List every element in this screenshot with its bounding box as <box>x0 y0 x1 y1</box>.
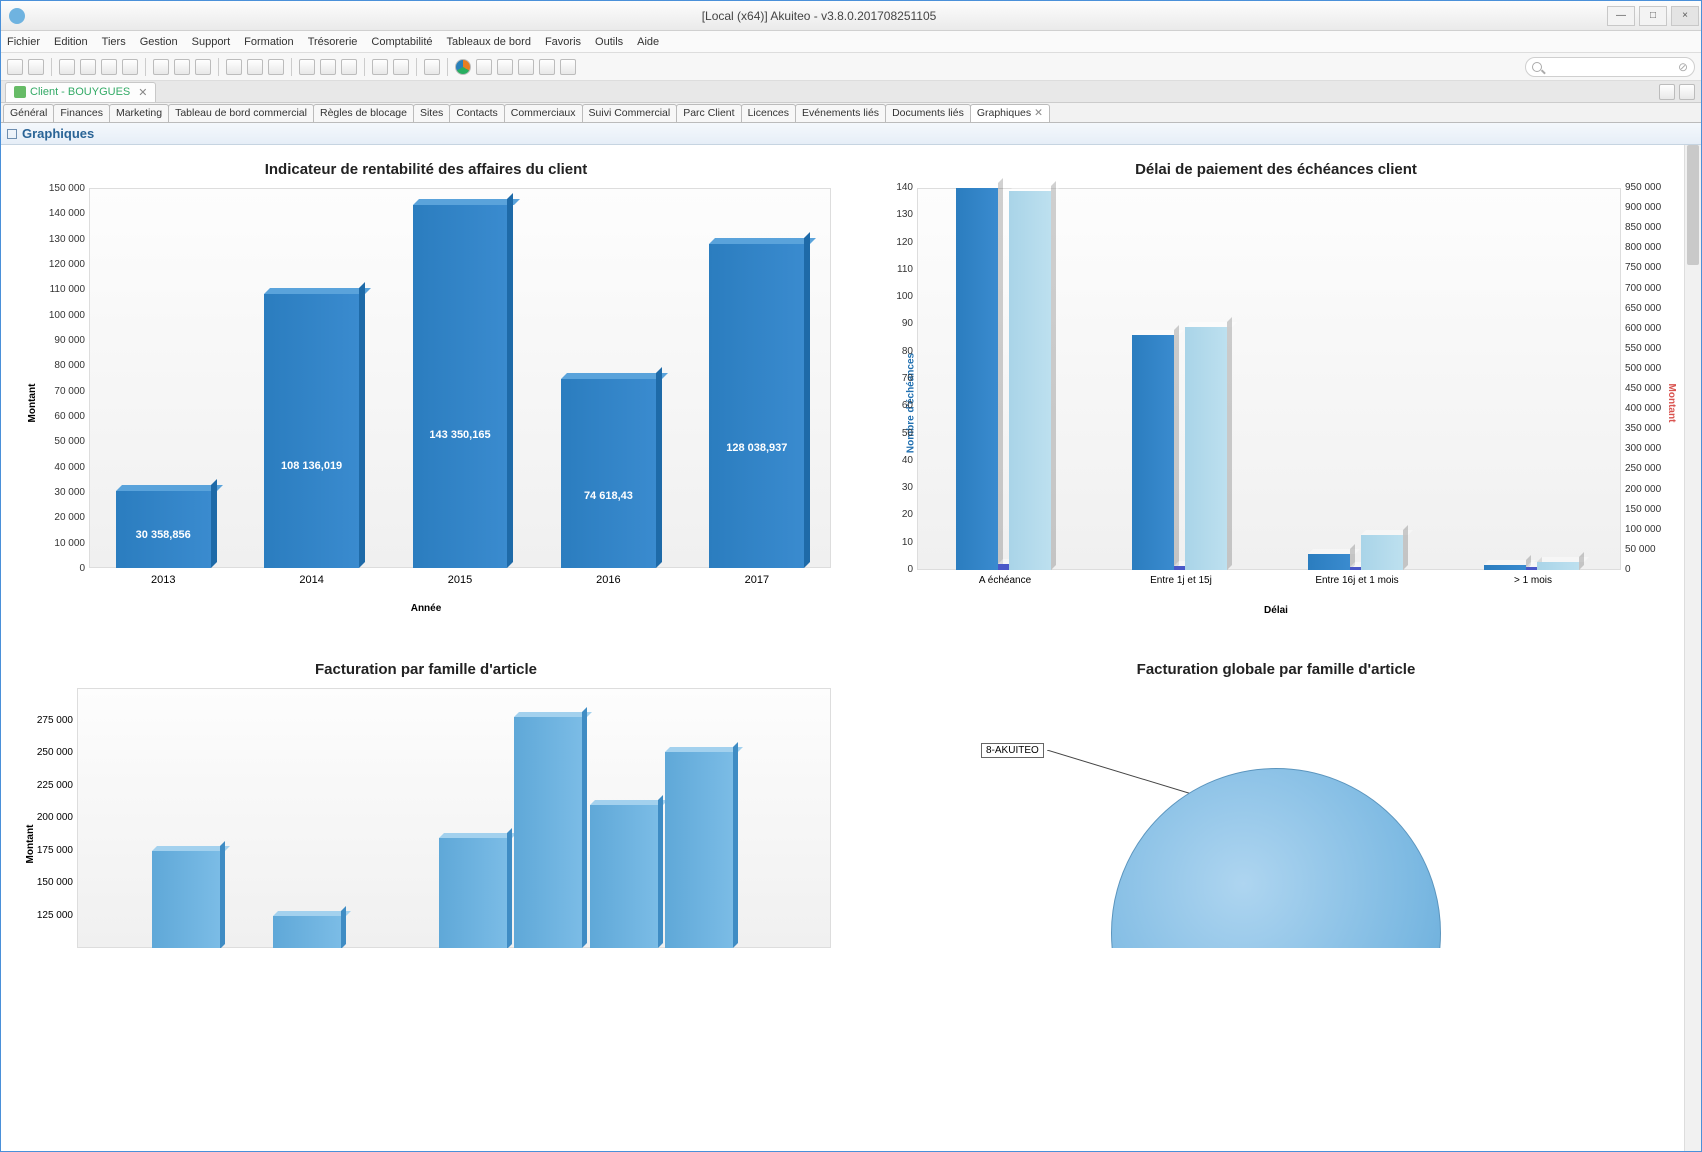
nav-first-icon[interactable] <box>476 59 492 75</box>
tab-finances[interactable]: Finances <box>53 104 110 122</box>
collapse-icon[interactable] <box>7 129 17 139</box>
app-icon <box>9 8 25 24</box>
tab-graphiques[interactable]: Graphiques✕ <box>970 104 1050 122</box>
section-header: Graphiques <box>1 123 1701 145</box>
save-icon[interactable] <box>7 59 23 75</box>
menu-tiers[interactable]: Tiers <box>102 36 126 48</box>
tab-parc-client[interactable]: Parc Client <box>676 104 741 122</box>
filter-icon[interactable] <box>341 59 357 75</box>
section-title: Graphiques <box>22 126 94 141</box>
tab-marketing[interactable]: Marketing <box>109 104 169 122</box>
pie-slice-label: 8-AKUITEO <box>981 743 1044 758</box>
maximize-button[interactable]: □ <box>1639 6 1667 26</box>
menu-fichier[interactable]: Fichier <box>7 36 40 48</box>
preview-icon[interactable] <box>247 59 263 75</box>
chart1-title: Indicateur de rentabilité des affaires d… <box>11 161 841 178</box>
menu-formation[interactable]: Formation <box>244 36 294 48</box>
tab-sites[interactable]: Sites <box>413 104 450 122</box>
cut-icon[interactable] <box>153 59 169 75</box>
chart-fact-famille: Facturation par famille d'article Montan… <box>1 645 851 1145</box>
nav-last-icon[interactable] <box>539 59 555 75</box>
tab-tdb-commercial[interactable]: Tableau de bord commercial <box>168 104 314 122</box>
settings-icon[interactable] <box>320 59 336 75</box>
menubar: Fichier Edition Tiers Gestion Support Fo… <box>1 31 1701 53</box>
toolbar: ⊘ <box>1 53 1701 81</box>
menu-favoris[interactable]: Favoris <box>545 36 581 48</box>
tree-icon[interactable] <box>424 59 440 75</box>
chart1-xlabel: Année <box>411 603 442 614</box>
grid-icon[interactable] <box>372 59 388 75</box>
tab-general[interactable]: Général <box>3 104 54 122</box>
chart-delai: Délai de paiement des échéances client N… <box>851 145 1701 645</box>
chart-fact-globale: Facturation globale par famille d'articl… <box>851 645 1701 1145</box>
copy-icon[interactable] <box>101 59 117 75</box>
inner-tabbar: Général Finances Marketing Tableau de bo… <box>1 103 1701 123</box>
tab-commerciaux[interactable]: Commerciaux <box>504 104 583 122</box>
clear-search-icon[interactable]: ⊘ <box>1678 60 1688 74</box>
minimize-panel-icon[interactable] <box>1659 84 1675 100</box>
tab-contacts[interactable]: Contacts <box>449 104 504 122</box>
menu-tresorerie[interactable]: Trésorerie <box>308 36 358 48</box>
menu-gestion[interactable]: Gestion <box>140 36 178 48</box>
window-controls: — □ × <box>1605 6 1701 26</box>
client-icon <box>14 86 26 98</box>
delete-icon[interactable] <box>122 59 138 75</box>
menu-aide[interactable]: Aide <box>637 36 659 48</box>
new-icon[interactable] <box>59 59 75 75</box>
close-button[interactable]: × <box>1671 6 1699 26</box>
tab-regles-blocage[interactable]: Règles de blocage <box>313 104 414 122</box>
undo-icon[interactable] <box>195 59 211 75</box>
chart2-xlabel: Délai <box>1264 605 1288 616</box>
maximize-panel-icon[interactable] <box>1679 84 1695 100</box>
nav-next-icon[interactable] <box>518 59 534 75</box>
chart-rentabilite: Indicateur de rentabilité des affaires d… <box>1 145 851 645</box>
chart2-title: Délai de paiement des échéances client <box>861 161 1691 178</box>
close-inner-tab-icon[interactable]: ✕ <box>1034 107 1043 119</box>
paste-icon[interactable] <box>174 59 190 75</box>
menu-outils[interactable]: Outils <box>595 36 623 48</box>
charts-area: Indicateur de rentabilité des affaires d… <box>1 145 1701 1151</box>
chart-pie-icon[interactable] <box>455 59 471 75</box>
menu-edition[interactable]: Edition <box>54 36 88 48</box>
print-icon[interactable] <box>226 59 242 75</box>
search-box[interactable]: ⊘ <box>1525 57 1695 77</box>
scrollbar-thumb[interactable] <box>1687 145 1699 265</box>
list-icon[interactable] <box>393 59 409 75</box>
menu-tableaux[interactable]: Tableaux de bord <box>447 36 531 48</box>
edit-icon[interactable] <box>80 59 96 75</box>
tab-licences[interactable]: Licences <box>741 104 796 122</box>
tab-documents[interactable]: Documents liés <box>885 104 971 122</box>
open-icon[interactable] <box>28 59 44 75</box>
search-icon <box>1532 62 1542 72</box>
nav-end-icon[interactable] <box>560 59 576 75</box>
app-window: [Local (x64)] Akuiteo - v3.8.0.201708251… <box>0 0 1702 1152</box>
doc-tab-client[interactable]: Client - BOUYGUES ✕ <box>5 82 156 102</box>
menu-support[interactable]: Support <box>192 36 231 48</box>
export-icon[interactable] <box>268 59 284 75</box>
chart3-title: Facturation par famille d'article <box>11 661 841 678</box>
chart4-title: Facturation globale par famille d'articl… <box>861 661 1691 678</box>
nav-prev-icon[interactable] <box>497 59 513 75</box>
window-title: [Local (x64)] Akuiteo - v3.8.0.201708251… <box>33 9 1605 23</box>
tab-evenements[interactable]: Evénements liés <box>795 104 886 122</box>
document-tabbar: Client - BOUYGUES ✕ <box>1 81 1701 103</box>
close-tab-icon[interactable]: ✕ <box>138 86 147 99</box>
vertical-scrollbar[interactable] <box>1684 145 1701 1151</box>
titlebar: [Local (x64)] Akuiteo - v3.8.0.201708251… <box>1 1 1701 31</box>
refresh-icon[interactable] <box>299 59 315 75</box>
minimize-button[interactable]: — <box>1607 6 1635 26</box>
tab-suivi-commercial[interactable]: Suivi Commercial <box>582 104 678 122</box>
doc-tab-label: Client - BOUYGUES <box>30 86 130 98</box>
menu-comptabilite[interactable]: Comptabilité <box>371 36 432 48</box>
